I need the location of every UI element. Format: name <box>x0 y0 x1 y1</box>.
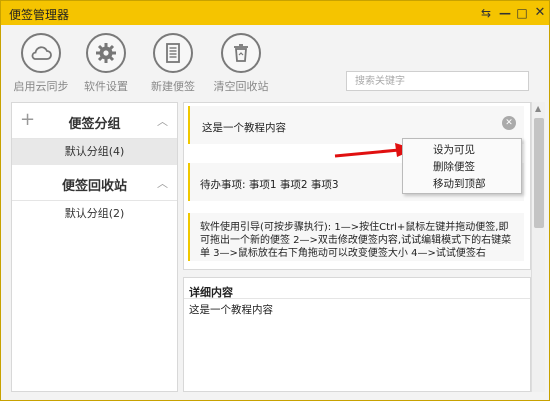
close-icon[interactable]: ✕ <box>502 116 516 130</box>
app-window: 便签管理器 ⇆ — □ ✕ 启用云同步 软件设置 新建便签 清空回收站 搜索关键… <box>0 0 550 401</box>
window-title: 便签管理器 <box>9 8 70 22</box>
title-bar[interactable]: 便签管理器 ⇆ — □ ✕ <box>1 1 549 25</box>
menu-item-move-to-top[interactable]: 移动到顶部 <box>403 176 521 192</box>
gear-icon <box>86 33 126 73</box>
minimize-button[interactable]: — <box>496 4 514 22</box>
cloud-sync-button[interactable]: 启用云同步 <box>6 33 76 94</box>
clear-recycle-button[interactable]: 清空回收站 <box>206 33 276 94</box>
restore-icon[interactable]: ⇆ <box>477 4 495 22</box>
cloud-icon <box>21 33 61 73</box>
recycle-bin-title: 便签回收站 <box>61 179 127 194</box>
toolbar: 启用云同步 软件设置 新建便签 清空回收站 <box>1 25 549 101</box>
scrollbar-thumb[interactable] <box>534 118 544 228</box>
new-note-label: 新建便签 <box>151 80 195 93</box>
detail-content[interactable]: 这是一个教程内容 <box>189 302 273 317</box>
cloud-sync-label: 启用云同步 <box>13 80 69 93</box>
clear-recycle-label: 清空回收站 <box>213 80 269 93</box>
sidebar-item-default-group[interactable]: 默认分组(4) <box>12 139 177 165</box>
list-item[interactable]: 软件使用引导(可按步骤执行): 1—>按住Ctrl+鼠标左键并拖动便签,即可拖出… <box>188 213 524 261</box>
new-note-button[interactable]: 新建便签 <box>138 33 208 94</box>
context-menu: 设为可见 删除便签 移动到顶部 <box>402 138 522 194</box>
recycle-bin-header[interactable]: 便签回收站 ︿ <box>12 165 177 201</box>
note-text: 软件使用引导(可按步骤执行): 1—>按住Ctrl+鼠标左键并拖动便签,即可拖出… <box>200 222 512 259</box>
trash-icon <box>221 33 261 73</box>
chevron-up-icon[interactable]: ︿ <box>157 113 168 129</box>
note-text: 待办事项: 事项1 事项2 事项3 <box>200 179 339 191</box>
settings-button[interactable]: 软件设置 <box>71 33 141 94</box>
note-text: 这是一个教程内容 <box>202 122 286 134</box>
menu-item-delete-note[interactable]: 删除便签 <box>403 159 521 175</box>
scroll-up-icon[interactable]: ▲ <box>535 104 541 113</box>
settings-label: 软件设置 <box>84 80 128 93</box>
maximize-button[interactable]: □ <box>513 4 531 22</box>
menu-item-set-visible[interactable]: 设为可见 <box>403 142 521 158</box>
vertical-scrollbar[interactable]: ▲ <box>531 102 545 392</box>
note-groups-title: 便签分组 <box>68 117 121 132</box>
close-button[interactable]: ✕ <box>531 4 549 22</box>
search-input[interactable] <box>346 71 529 91</box>
note-icon <box>153 33 193 73</box>
note-groups-header[interactable]: + 便签分组 ︿ <box>12 103 177 139</box>
divider <box>184 298 530 299</box>
sidebar-item-recycle-default-group[interactable]: 默认分组(2) <box>12 201 177 227</box>
sidebar: + 便签分组 ︿ 默认分组(4) 便签回收站 ︿ 默认分组(2) <box>11 102 178 392</box>
detail-panel: 详细内容 这是一个教程内容 <box>183 277 531 392</box>
chevron-up-icon[interactable]: ︿ <box>157 175 168 191</box>
